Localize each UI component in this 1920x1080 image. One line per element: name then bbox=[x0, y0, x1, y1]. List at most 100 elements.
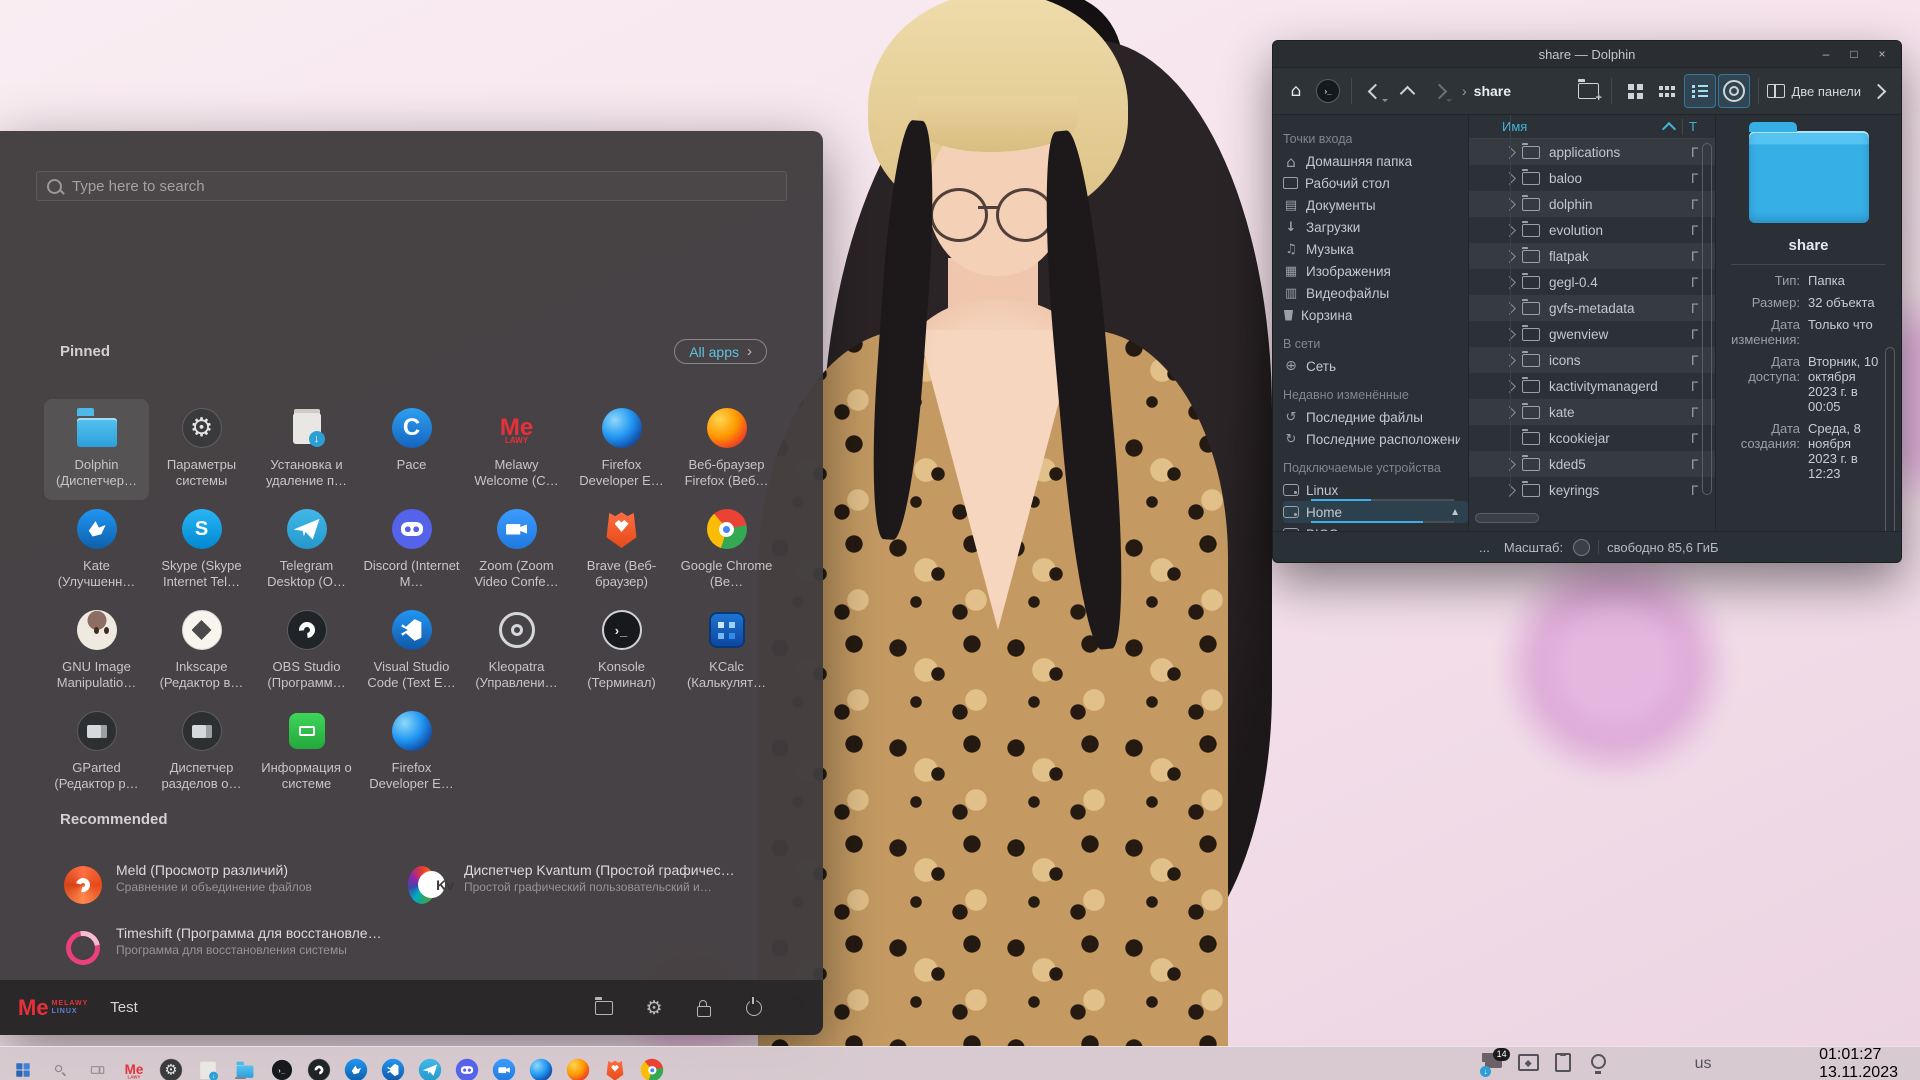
places-item[interactable]: Точки входа bbox=[1283, 128, 1468, 150]
up-button[interactable] bbox=[1392, 75, 1422, 107]
taskbar-app-button[interactable] bbox=[592, 1047, 629, 1080]
app-tile[interactable]: Параметры системы bbox=[149, 399, 254, 500]
split-view-button[interactable]: Две панели bbox=[1767, 75, 1861, 107]
taskbar-app-button[interactable] bbox=[481, 1047, 518, 1080]
taskbar-app-button[interactable] bbox=[148, 1047, 185, 1080]
taskbar-app-button[interactable] bbox=[370, 1047, 407, 1080]
file-row[interactable]: evolution Г bbox=[1469, 217, 1715, 243]
app-tile[interactable]: Установка и удаление п… bbox=[254, 399, 359, 500]
places-item[interactable]: Изображения bbox=[1283, 260, 1468, 282]
file-row[interactable]: kactivitymanagerd Г bbox=[1469, 373, 1715, 399]
app-tile[interactable]: GNU Image Manipulatio… bbox=[44, 601, 149, 702]
app-tile[interactable]: Inkscape (Редактор в… bbox=[149, 601, 254, 702]
file-row[interactable]: flatpak Г bbox=[1469, 243, 1715, 269]
back-button[interactable] bbox=[1360, 75, 1390, 107]
app-tile[interactable]: Dolphin (Диспетчер… bbox=[44, 399, 149, 500]
info-scrollbar[interactable] bbox=[1885, 347, 1895, 531]
forward-button[interactable] bbox=[1424, 75, 1454, 107]
preview-toggle-button[interactable] bbox=[1718, 74, 1750, 108]
app-tile[interactable]: Kleopatra (Управлени… bbox=[464, 601, 569, 702]
taskbar-app-button[interactable] bbox=[296, 1047, 333, 1080]
tray-icon-button[interactable]: 14 bbox=[1482, 1053, 1504, 1075]
app-tile[interactable]: Visual Studio Code (Text E… bbox=[359, 601, 464, 702]
home-button[interactable]: ⌂ bbox=[1281, 75, 1311, 107]
tray-icon-button[interactable] bbox=[1797, 1053, 1819, 1075]
file-row[interactable]: kate Г bbox=[1469, 399, 1715, 425]
recommended-item[interactable]: Kv Диспетчер Kvantum (Простой графичес… … bbox=[408, 847, 790, 910]
taskbar-app-button[interactable] bbox=[259, 1047, 296, 1080]
type-column-header[interactable]: Т bbox=[1683, 119, 1715, 134]
places-item[interactable]: Рабочий стол bbox=[1283, 172, 1468, 194]
search-field[interactable] bbox=[36, 171, 787, 201]
tray-icon-button[interactable] bbox=[1762, 1053, 1784, 1075]
tray-icon-button[interactable] bbox=[1587, 1053, 1609, 1075]
recommended-item[interactable]: Timeshift (Программа для восстановле… Пр… bbox=[60, 910, 390, 973]
places-item[interactable]: Домашняя папка bbox=[1283, 150, 1468, 172]
app-tile[interactable]: GParted (Редактор р… bbox=[44, 702, 149, 803]
places-item[interactable]: Linux bbox=[1283, 479, 1468, 501]
tray-icon-button[interactable] bbox=[1622, 1053, 1644, 1075]
app-tile[interactable]: Информация о системе bbox=[254, 702, 359, 803]
app-tile[interactable]: KCalc (Калькулят… bbox=[674, 601, 779, 702]
vertical-scrollbar[interactable] bbox=[1702, 143, 1712, 495]
file-row[interactable]: kded5 Г bbox=[1469, 451, 1715, 477]
icons-view-button[interactable] bbox=[1620, 75, 1650, 107]
tray-icon-button[interactable]: us bbox=[1692, 1053, 1714, 1075]
file-row[interactable]: icons Г bbox=[1469, 347, 1715, 373]
places-item[interactable]: Последние файлы bbox=[1283, 406, 1468, 428]
search-input[interactable] bbox=[70, 177, 776, 196]
places-item[interactable]: Недавно изменённые bbox=[1283, 384, 1468, 406]
minimize-button[interactable]: – bbox=[1819, 47, 1833, 61]
app-tile[interactable]: Konsole (Терминал) bbox=[569, 601, 674, 702]
places-item[interactable]: Документы bbox=[1283, 194, 1468, 216]
app-tile[interactable]: Firefox Developer E… bbox=[569, 399, 674, 500]
notifications-button[interactable] bbox=[1898, 1053, 1920, 1075]
places-item[interactable]: Видеофайлы bbox=[1283, 282, 1468, 304]
app-tile[interactable]: Диспетчер разделов о… bbox=[149, 702, 254, 803]
app-tile[interactable]: Discord (Internet M… bbox=[359, 500, 464, 601]
file-manager-button[interactable] bbox=[593, 997, 615, 1019]
maximize-button[interactable]: □ bbox=[1847, 47, 1861, 61]
title-bar[interactable]: share — Dolphin – □ × bbox=[1273, 41, 1901, 68]
file-row[interactable]: applications Г bbox=[1469, 139, 1715, 165]
breadcrumb[interactable]: › share bbox=[1456, 83, 1517, 99]
taskbar-app-button[interactable]: Me LAWY bbox=[111, 1047, 148, 1080]
app-tile[interactable]: Zoom (Zoom Video Confe… bbox=[464, 500, 569, 601]
tray-icon-button[interactable] bbox=[1552, 1053, 1574, 1075]
lock-button[interactable] bbox=[693, 997, 715, 1019]
taskbar-app-button[interactable] bbox=[407, 1047, 444, 1080]
toolbar-overflow-button[interactable] bbox=[1863, 75, 1893, 107]
details-view-button[interactable] bbox=[1684, 74, 1716, 108]
file-row[interactable]: dolphin Г bbox=[1469, 191, 1715, 217]
taskbar-app-button[interactable] bbox=[74, 1047, 111, 1080]
places-item[interactable]: BIOS bbox=[1283, 523, 1468, 531]
close-button[interactable]: × bbox=[1875, 47, 1889, 61]
terminal-button[interactable]: ›_ bbox=[1313, 75, 1343, 107]
settings-button[interactable] bbox=[643, 997, 665, 1019]
app-tile[interactable]: C Pace bbox=[359, 399, 464, 500]
places-item[interactable]: Загрузки bbox=[1283, 216, 1468, 238]
eject-icon[interactable]: ▲ bbox=[1450, 507, 1460, 518]
taskbar-app-button[interactable] bbox=[222, 1047, 259, 1080]
horizontal-scrollbar[interactable] bbox=[1475, 513, 1539, 523]
taskbar-app-button[interactable] bbox=[444, 1047, 481, 1080]
app-tile[interactable]: Веб-браузер Firefox (Веб… bbox=[674, 399, 779, 500]
file-row[interactable]: gwenview Г bbox=[1469, 321, 1715, 347]
taskbar-app-button[interactable] bbox=[333, 1047, 370, 1080]
app-tile[interactable]: Brave (Веб-браузер) bbox=[569, 500, 674, 601]
taskbar-app-button[interactable] bbox=[37, 1047, 74, 1080]
app-tile[interactable]: S Skype (Skype Internet Tel… bbox=[149, 500, 254, 601]
all-apps-button[interactable]: All apps › bbox=[674, 339, 767, 364]
app-tile[interactable]: Firefox Developer E… bbox=[359, 702, 464, 803]
app-tile[interactable]: Me LAWY Melawy Welcome (C… bbox=[464, 399, 569, 500]
app-tile[interactable]: Telegram Desktop (O… bbox=[254, 500, 359, 601]
taskbar-app-button[interactable] bbox=[555, 1047, 592, 1080]
file-row[interactable]: kcookiejar Г bbox=[1469, 425, 1715, 451]
file-row[interactable]: baloo Г bbox=[1469, 165, 1715, 191]
places-item[interactable]: Последние расположения bbox=[1283, 428, 1468, 450]
zoom-slider[interactable] bbox=[1573, 539, 1590, 556]
taskbar-app-button[interactable] bbox=[518, 1047, 555, 1080]
places-item[interactable]: Home ▲ bbox=[1283, 501, 1468, 523]
name-column-header[interactable]: Имя bbox=[1502, 119, 1664, 134]
compact-view-button[interactable] bbox=[1652, 75, 1682, 107]
